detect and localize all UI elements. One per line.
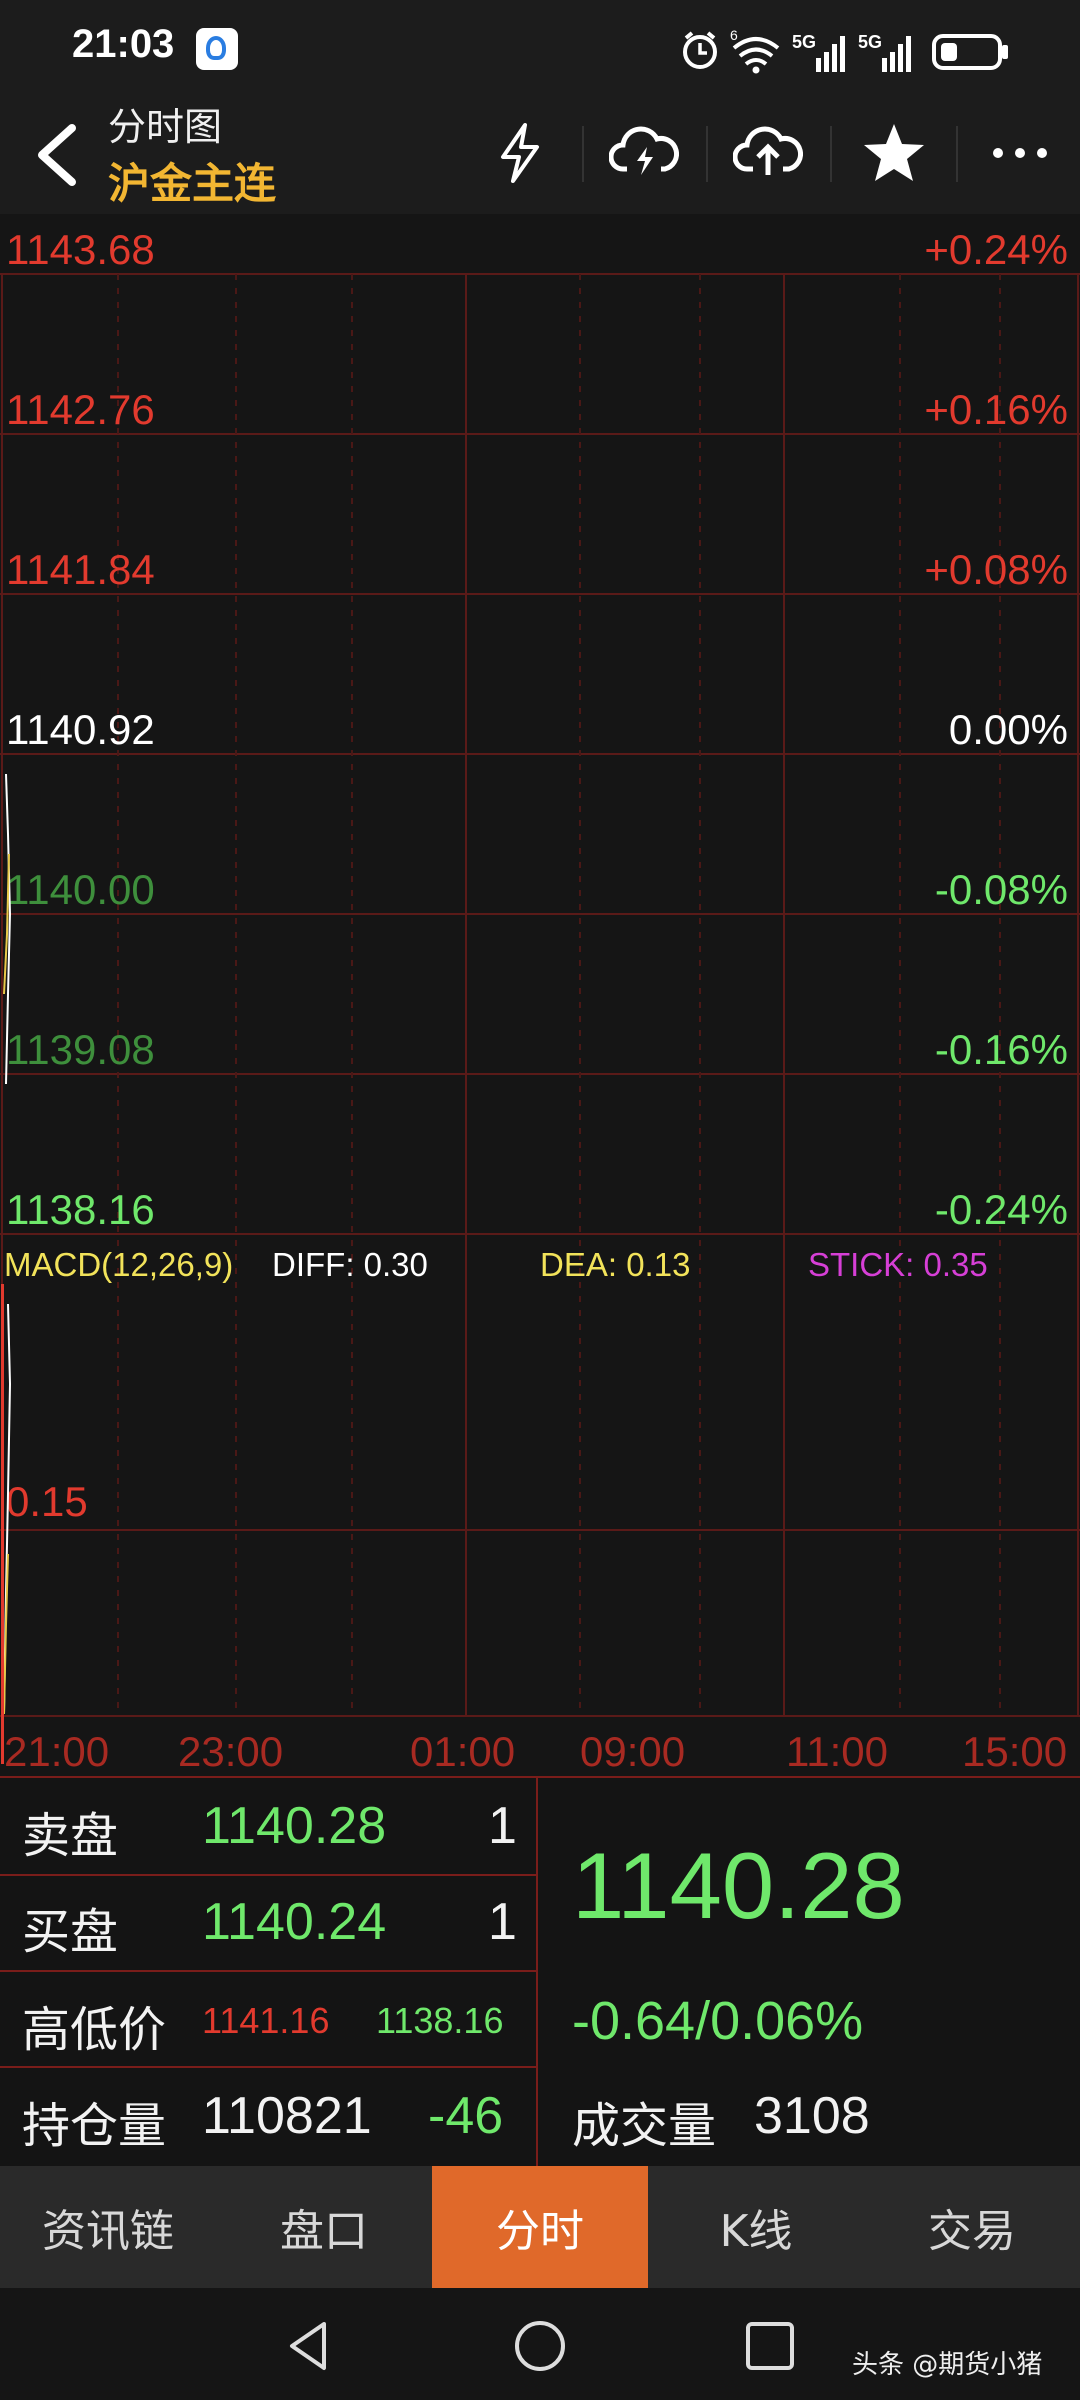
lightning-icon xyxy=(501,123,539,183)
time-tick-label: 21:00 xyxy=(4,1728,109,1774)
tab-news-chain[interactable]: 资讯链 xyxy=(0,2166,216,2288)
divider xyxy=(0,1970,536,1972)
signal-icon-2: 5G xyxy=(858,32,911,72)
tab-intraday[interactable]: 分时 xyxy=(432,2166,648,2288)
high-price: 1141.16 xyxy=(202,2000,330,2041)
flash-order-button[interactable] xyxy=(472,110,568,196)
divider xyxy=(536,1776,538,2166)
divider xyxy=(0,1874,536,1876)
cloud-lightning-icon xyxy=(609,126,679,175)
page-title: 分时图 xyxy=(108,105,223,149)
time-tick-label: 11:00 xyxy=(786,1728,888,1774)
macd-level-label: 0.15 xyxy=(6,1478,88,1525)
nav-home-icon[interactable] xyxy=(510,2316,570,2376)
svg-text:5G: 5G xyxy=(858,32,882,52)
alarm-icon xyxy=(683,31,717,69)
cloud-upload-icon xyxy=(733,126,803,175)
bid-label: 买盘 xyxy=(22,1904,119,1960)
intraday-chart[interactable]: 1143.68 1142.76 1141.84 1140.92 1140.00 1139.… xyxy=(0,214,1080,1774)
last-price: 1140.28 xyxy=(572,1833,905,1938)
ask-volume: 1 xyxy=(488,1797,517,1855)
divider xyxy=(0,1776,1080,1778)
open-interest-label: 持仓量 xyxy=(22,2098,167,2154)
back-arrow-icon[interactable] xyxy=(28,120,88,190)
price-tick-label: 1140.00 xyxy=(6,866,155,913)
bid-price: 1140.24 xyxy=(202,1893,387,1951)
tab-trade[interactable]: 交易 xyxy=(864,2166,1080,2288)
open-interest-change: -46 xyxy=(428,2087,504,2145)
volume-label: 成交量 xyxy=(572,2098,717,2154)
svg-text:6: 6 xyxy=(730,27,738,43)
volume-value: 3108 xyxy=(754,2087,870,2145)
macd-diff: DIFF: 0.30 xyxy=(272,1246,428,1283)
cloud-condition-button[interactable] xyxy=(596,110,692,196)
percent-tick-label: +0.24% xyxy=(924,226,1068,273)
favorite-button[interactable] xyxy=(846,110,942,196)
more-button[interactable] xyxy=(972,110,1068,196)
ask-label: 卖盘 xyxy=(22,1808,119,1864)
price-tick-label: 1138.16 xyxy=(6,1186,155,1233)
macd-dea: DEA: 0.13 xyxy=(540,1246,690,1283)
battery-icon xyxy=(932,34,1008,70)
percent-tick-label: -0.08% xyxy=(935,866,1068,913)
low-price: 1138.16 xyxy=(376,2000,504,2041)
cloud-sync-button[interactable] xyxy=(720,110,816,196)
percent-tick-label: -0.16% xyxy=(935,1026,1068,1073)
price-tick-label: 1142.76 xyxy=(6,386,155,433)
time-tick-label: 15:00 xyxy=(962,1728,1067,1774)
nav-recents-icon[interactable] xyxy=(740,2316,800,2376)
high-low-label: 高低价 xyxy=(22,2002,167,2058)
time-tick-label: 23:00 xyxy=(178,1728,283,1774)
status-time: 21:03 xyxy=(72,22,175,66)
bid-volume: 1 xyxy=(488,1893,517,1951)
ask-price: 1140.28 xyxy=(202,1797,387,1855)
watermark: 头条 @期货小猪 xyxy=(852,2350,1043,2380)
star-icon xyxy=(864,124,924,181)
svg-text:5G: 5G xyxy=(792,32,816,52)
instrument-name: 沪金主连 xyxy=(108,159,277,208)
macd-title: MACD(12,26,9) xyxy=(4,1246,233,1283)
open-interest: 110821 xyxy=(202,2087,372,2145)
price-tick-label: 1140.92 xyxy=(6,706,155,753)
app-notification-icon xyxy=(196,28,238,70)
time-tick-label: 09:00 xyxy=(580,1728,685,1774)
header-divider xyxy=(956,126,958,182)
header-divider xyxy=(830,126,832,182)
more-dots-icon xyxy=(993,148,1047,158)
nav-back-icon[interactable] xyxy=(280,2316,340,2376)
tab-order-book[interactable]: 盘口 xyxy=(216,2166,432,2288)
percent-tick-label: -0.24% xyxy=(935,1186,1068,1233)
macd-stick: STICK: 0.35 xyxy=(808,1246,988,1283)
header-divider xyxy=(706,126,708,182)
wifi-icon: 6 xyxy=(730,27,780,74)
percent-tick-label: 0.00% xyxy=(949,706,1068,753)
price-tick-label: 1139.08 xyxy=(6,1026,155,1073)
price-change: -0.64/0.06% xyxy=(572,1991,864,2051)
percent-tick-label: +0.08% xyxy=(924,546,1068,593)
signal-icon-1: 5G xyxy=(792,32,845,72)
time-tick-label: 01:00 xyxy=(410,1728,515,1774)
status-icons: 6 5G 5G xyxy=(683,27,1008,74)
header-divider xyxy=(582,126,584,182)
price-tick-label: 1141.84 xyxy=(6,546,155,593)
percent-tick-label: +0.16% xyxy=(924,386,1068,433)
tab-kline[interactable]: K线 xyxy=(648,2166,864,2288)
price-tick-label: 1143.68 xyxy=(6,226,155,273)
divider xyxy=(0,2066,536,2068)
bottom-tab-bar: 资讯链 盘口 分时 K线 交易 xyxy=(0,2166,1080,2288)
